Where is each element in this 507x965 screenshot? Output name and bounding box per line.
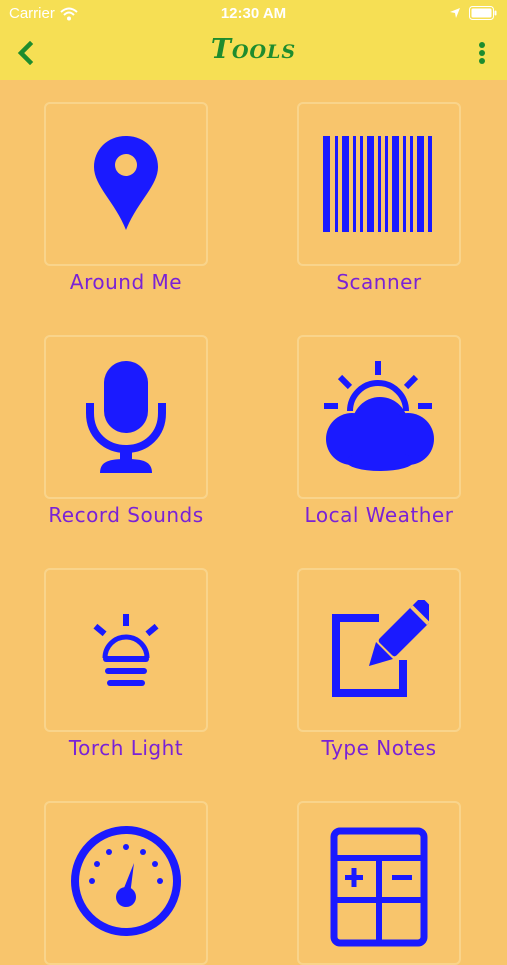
tool-tile-box[interactable] xyxy=(44,801,208,965)
tool-tile-box[interactable] xyxy=(44,102,208,266)
navbar: Tools xyxy=(0,28,507,80)
tool-label: Torch Light xyxy=(68,736,184,760)
calculator-icon xyxy=(330,827,428,947)
more-options-button[interactable] xyxy=(471,38,493,68)
tool-tile-box[interactable] xyxy=(297,335,461,499)
page-title: Tools xyxy=(210,34,297,65)
tool-label: Around Me xyxy=(69,270,183,294)
tool-tile-box[interactable] xyxy=(44,568,208,732)
map-pin-icon xyxy=(91,134,161,234)
tool-label: Record Sounds xyxy=(48,503,204,527)
tool-tile-box[interactable] xyxy=(297,801,461,965)
tool-label: Type Notes xyxy=(321,736,437,760)
header: Carrier 12:30 AM Tools xyxy=(0,0,507,80)
barcode-icon xyxy=(323,136,435,232)
speedometer-icon xyxy=(70,825,182,937)
battery-icon xyxy=(469,6,497,20)
microphone-icon xyxy=(86,361,166,473)
tool-label: Scanner xyxy=(336,270,422,294)
tools-grid: Around Me Scanner Record Sounds Local We… xyxy=(0,80,507,965)
tool-tile-box[interactable] xyxy=(297,102,461,266)
weather-icon xyxy=(322,361,436,473)
tool-label: Local Weather xyxy=(304,503,454,527)
torch-icon xyxy=(91,614,161,686)
notes-icon xyxy=(329,600,429,700)
tool-tile-box[interactable] xyxy=(297,568,461,732)
tool-tile-box[interactable] xyxy=(44,335,208,499)
status-bar: Carrier 12:30 AM xyxy=(0,0,507,28)
status-right xyxy=(449,6,497,20)
status-time: 12:30 AM xyxy=(220,5,287,22)
more-vertical-icon xyxy=(478,41,486,65)
location-arrow-icon xyxy=(449,7,461,19)
